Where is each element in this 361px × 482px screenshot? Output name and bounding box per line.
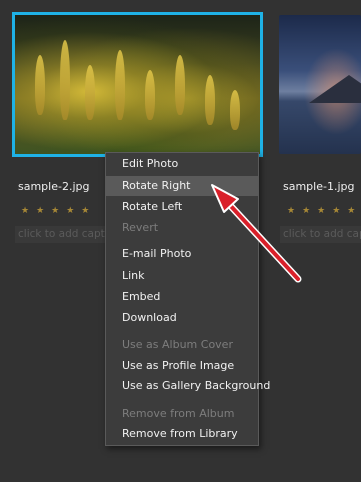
annotation-arrow-icon — [211, 184, 302, 283]
